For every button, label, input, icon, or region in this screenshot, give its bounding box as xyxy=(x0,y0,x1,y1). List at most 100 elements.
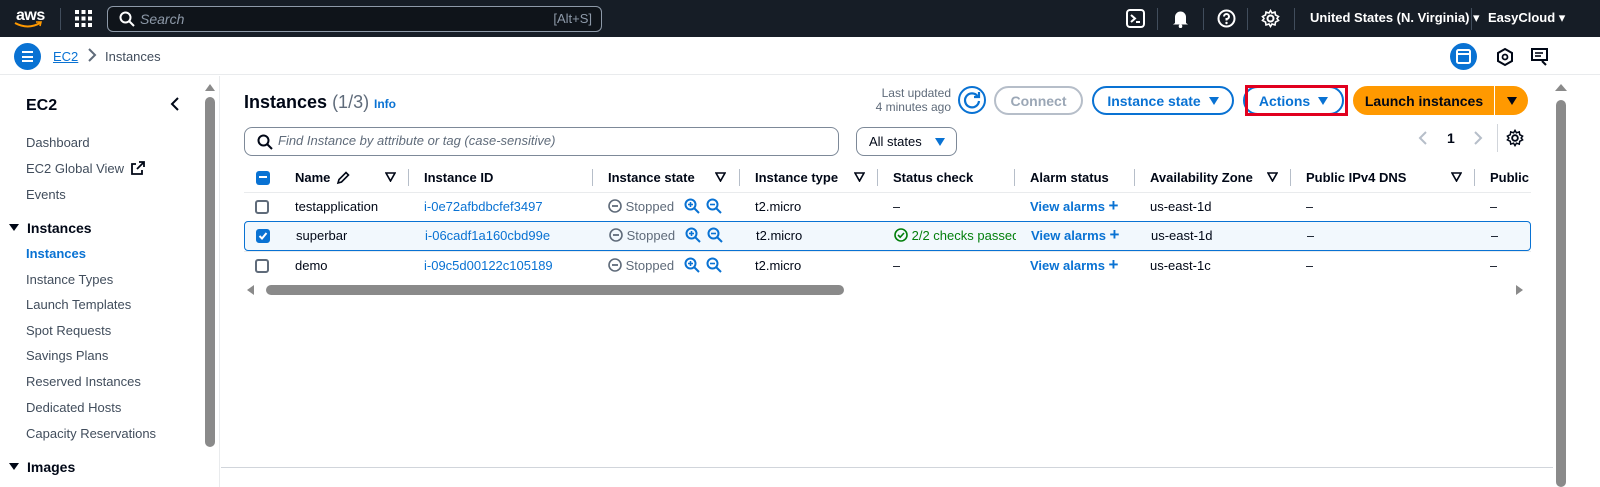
feedback-icon[interactable] xyxy=(1530,47,1550,67)
instance-id-link[interactable]: i-09c5d00122c105189 xyxy=(424,258,553,273)
instance-state: Stopped xyxy=(608,258,674,273)
filter-text-field[interactable] xyxy=(278,133,828,148)
hexagon-icon[interactable] xyxy=(1495,47,1515,67)
sidebar-group-instances[interactable]: Instances xyxy=(9,220,92,236)
nav-divider xyxy=(1247,8,1248,30)
zoom-in-icon[interactable] xyxy=(684,198,700,214)
split-panel-divider[interactable] xyxy=(221,467,1553,468)
collapse-chevron-icon[interactable] xyxy=(169,97,181,111)
bell-icon[interactable] xyxy=(1171,9,1190,28)
nav-divider xyxy=(1157,8,1158,30)
instance-id-link[interactable]: i-0e72afbdbcfef3497 xyxy=(424,199,543,214)
row-checkbox-checked[interactable] xyxy=(256,229,270,243)
table-scroll-thumb[interactable] xyxy=(266,285,844,295)
sidebar-item-dedicated-hosts[interactable]: Dedicated Hosts xyxy=(26,400,121,415)
column-divider xyxy=(1014,169,1015,186)
apps-grid-icon[interactable] xyxy=(75,10,92,27)
side-nav-title[interactable]: EC2 xyxy=(26,97,57,115)
sidebar-item-capacity-reservations[interactable]: Capacity Reservations xyxy=(26,426,156,441)
table-preferences-icon[interactable] xyxy=(1506,129,1524,147)
sidebar-item-events[interactable]: Events xyxy=(26,187,66,202)
column-header-instance-id[interactable]: Instance ID xyxy=(424,164,493,191)
table-horizontal-scrollbar[interactable] xyxy=(245,284,1532,296)
account-menu[interactable]: EasyCloud ▾ xyxy=(1488,10,1565,26)
sidebar-item-launch-templates[interactable]: Launch Templates xyxy=(26,297,131,312)
nav-divider xyxy=(1203,8,1204,30)
column-divider xyxy=(1290,169,1291,186)
caret-down-icon xyxy=(1208,96,1219,105)
column-header-public-ipv4-dns[interactable]: Public IPv4 DNS xyxy=(1306,164,1406,191)
column-header-alarm-status[interactable]: Alarm status xyxy=(1030,164,1109,191)
column-header-availability-zone[interactable]: Availability Zone xyxy=(1150,164,1253,191)
aws-logo[interactable]: aws xyxy=(14,7,46,31)
column-header-name[interactable]: Name xyxy=(295,164,351,191)
stopped-icon xyxy=(609,228,623,242)
scroll-up-icon[interactable] xyxy=(1554,82,1568,92)
table-row[interactable]: testapplication i-0e72afbdbcfef3497 Stop… xyxy=(244,192,1531,221)
instance-id-link[interactable]: i-06cadf1a160cbd99e xyxy=(425,228,550,243)
instance-state-button[interactable]: Instance state xyxy=(1092,86,1234,115)
zoom-out-icon[interactable] xyxy=(706,257,722,273)
column-header-instance-type[interactable]: Instance type xyxy=(755,164,838,191)
page-scrollbar[interactable] xyxy=(1554,82,1568,487)
column-header-status-check[interactable]: Status check xyxy=(893,164,973,191)
region-selector[interactable]: United States (N. Virginia) ▾ xyxy=(1310,10,1480,26)
column-header-instance-state[interactable]: Instance state xyxy=(608,164,695,191)
settings-icon[interactable] xyxy=(1261,9,1280,28)
info-panel-button[interactable] xyxy=(1450,43,1477,70)
sidebar-item-reserved-instances[interactable]: Reserved Instances xyxy=(26,374,141,389)
next-page-icon[interactable] xyxy=(1473,130,1483,146)
sidebar-item-dashboard[interactable]: Dashboard xyxy=(26,135,90,150)
sort-icon[interactable] xyxy=(854,172,865,182)
select-all-checkbox[interactable] xyxy=(256,171,270,185)
instance-filter-input[interactable] xyxy=(244,127,839,156)
previous-page-icon[interactable] xyxy=(1418,130,1428,146)
view-alarms-link[interactable]: View alarms + xyxy=(1030,199,1118,214)
scroll-left-icon[interactable] xyxy=(245,284,255,296)
page-number[interactable]: 1 xyxy=(1447,130,1455,146)
breadcrumb-bar: EC2 Instances xyxy=(0,37,1600,75)
row-checkbox[interactable] xyxy=(255,200,269,214)
sidebar-group-images[interactable]: Images xyxy=(9,459,75,475)
zoom-in-icon[interactable] xyxy=(685,227,701,243)
table-row[interactable]: demo i-09c5d00122c105189 Stopped t2.micr… xyxy=(244,251,1531,280)
column-header-public[interactable]: Public xyxy=(1490,164,1531,191)
pager-divider xyxy=(1497,124,1498,152)
help-icon[interactable] xyxy=(1217,9,1236,28)
cloudshell-icon[interactable] xyxy=(1126,9,1145,28)
page-scroll-thumb[interactable] xyxy=(1556,100,1566,487)
breadcrumb-ec2-link[interactable]: EC2 xyxy=(53,49,78,64)
launch-options-button[interactable] xyxy=(1494,86,1528,115)
refresh-icon xyxy=(963,92,981,109)
refresh-button[interactable] xyxy=(958,86,986,114)
sidebar-item-instances[interactable]: Instances xyxy=(26,246,86,261)
sidebar-item-spot-requests[interactable]: Spot Requests xyxy=(26,323,111,338)
scroll-right-icon[interactable] xyxy=(1515,284,1525,296)
sort-icon[interactable] xyxy=(715,172,726,182)
sort-icon[interactable] xyxy=(1451,172,1462,182)
view-alarms-link[interactable]: View alarms + xyxy=(1031,228,1119,243)
sidebar-item-instance-types[interactable]: Instance Types xyxy=(26,272,113,287)
sidebar-item-global-view[interactable]: EC2 Global View xyxy=(26,161,145,176)
info-link[interactable]: Info xyxy=(374,97,396,111)
sidebar-scroll-thumb[interactable] xyxy=(205,97,215,447)
zoom-out-icon[interactable] xyxy=(707,227,723,243)
sort-icon[interactable] xyxy=(385,172,396,182)
states-dropdown[interactable]: All states xyxy=(856,127,957,156)
side-nav-toggle-button[interactable] xyxy=(14,43,41,70)
plus-icon: + xyxy=(1109,228,1120,243)
view-alarms-link[interactable]: View alarms + xyxy=(1030,258,1118,273)
sidebar-item-savings-plans[interactable]: Savings Plans xyxy=(26,348,108,363)
zoom-out-icon[interactable] xyxy=(706,198,722,214)
sidebar-scrollbar[interactable] xyxy=(204,82,216,447)
scroll-up-icon[interactable] xyxy=(204,82,216,92)
launch-instances-button[interactable]: Launch instances xyxy=(1353,86,1495,115)
global-search-input[interactable]: Search [Alt+S] xyxy=(107,6,602,32)
row-checkbox[interactable] xyxy=(255,259,269,273)
column-divider xyxy=(877,169,878,186)
sort-icon[interactable] xyxy=(1267,172,1278,182)
connect-button[interactable]: Connect xyxy=(994,86,1083,115)
edit-pencil-icon[interactable] xyxy=(336,170,351,185)
zoom-in-icon[interactable] xyxy=(684,257,700,273)
table-row-selected[interactable]: superbar i-06cadf1a160cbd99e Stopped t2.… xyxy=(244,221,1531,251)
